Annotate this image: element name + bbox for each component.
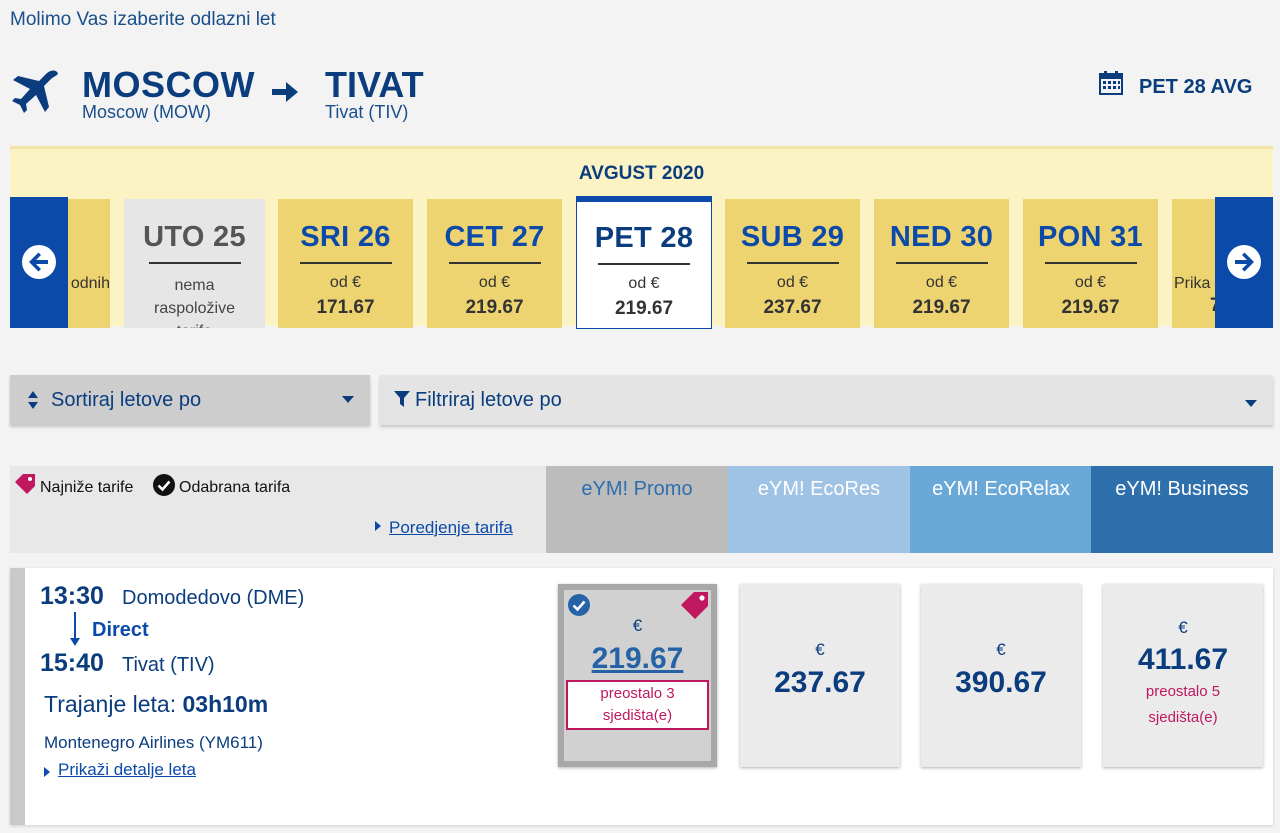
selected-date: PET 28 AVG: [1139, 76, 1253, 98]
fare-column-business: eYM! Business: [1091, 466, 1273, 553]
date-card-price: 237.67: [763, 297, 822, 318]
destination-city: TIVAT: [325, 64, 424, 105]
duration-value: 03h10m: [182, 691, 269, 717]
seats-remaining-line-2: sjedišta(e): [602, 707, 673, 724]
departure-time: 13:30: [40, 582, 104, 610]
no-fare-text-1: nema: [174, 277, 215, 294]
seats-remaining-line-2: sjedišta(e): [1148, 709, 1218, 726]
fare-amount: 411.67: [1137, 643, 1229, 676]
date-card-day: NED 30: [889, 221, 994, 253]
legend-selected-label: Odabrana tarifa: [179, 479, 291, 496]
arrival-time: 15:40: [40, 649, 104, 677]
flight-row: 13:30 Domodedovo (DME) Direct 15:40 Tiva…: [10, 568, 1273, 825]
date-card-day: PET 28: [594, 222, 694, 254]
date-card-price: 219.67: [465, 297, 524, 318]
date-card-sun-30[interactable]: NED 30 od € 219.67: [874, 199, 1009, 328]
fare-column-ecorelax: eYM! EcoRelax: [910, 466, 1092, 553]
fare-column-promo: eYM! Promo: [546, 466, 728, 553]
plane-icon: [12, 70, 58, 113]
origin-airport: Moscow (MOW): [82, 102, 211, 122]
flight-details-link[interactable]: Prikaži detalje leta: [58, 760, 196, 780]
date-card-from: od €: [628, 275, 660, 292]
fare-amount: 390.67: [955, 666, 1047, 699]
date-card-day: UTO 25: [143, 221, 246, 253]
caret-right-icon: [44, 767, 50, 777]
date-card-price: 219.67: [912, 297, 971, 318]
no-fare-text-2: raspoložive: [154, 300, 235, 317]
filter-label: Filtriraj letove po: [415, 389, 562, 411]
sort-dropdown[interactable]: Sortiraj letove po: [10, 375, 370, 425]
destination-airport: Tivat (TIV): [325, 102, 409, 122]
chevron-down-icon: [342, 396, 354, 403]
duration: Trajanje leta: 03h10m: [44, 691, 268, 718]
arrow-down-icon: [70, 612, 80, 646]
fare-legend: Najniže tarife Odabrana tarifa Poredjenj…: [10, 466, 546, 553]
date-card-thu-27[interactable]: CET 27 od € 219.67: [427, 199, 562, 328]
date-card-from: od €: [329, 274, 362, 291]
filter-icon: [394, 391, 410, 407]
fare-option-ecorelax[interactable]: € 390.67: [921, 584, 1081, 767]
caret-right-icon: [375, 521, 381, 531]
no-fare-text-3: tarife: [124, 320, 265, 328]
arrow-right-circle-icon: [1227, 245, 1261, 279]
date-card-from: od €: [478, 274, 511, 291]
arrival-airport: Tivat (TIV): [122, 654, 215, 676]
fare-option-promo-selected[interactable]: € 219.67 preostalo 3 sjedišta(e): [558, 584, 717, 767]
check-circle-icon: [153, 474, 175, 496]
prev-dates-button[interactable]: [10, 197, 68, 328]
filter-dropdown[interactable]: Filtriraj letove po: [380, 375, 1273, 425]
origin-city: MOSCOW: [82, 64, 255, 105]
date-card-fri-28-selected[interactable]: PET 28 od € 219.67: [576, 196, 712, 329]
fare-option-ecores[interactable]: € 237.67: [740, 584, 900, 767]
fare-amount: 219.67: [591, 642, 684, 675]
departure-airport: Domodedovo (DME): [122, 587, 305, 609]
page-instruction: Molimo Vas izaberite odlazni let: [10, 9, 276, 30]
date-card-day: SRI 26: [300, 221, 391, 253]
compare-fares-link[interactable]: Poredjenje tarifa: [389, 518, 513, 538]
legend-lowest-label: Najniže tarife: [40, 479, 134, 496]
seats-remaining: preostalo 3 sjedišta(e): [566, 680, 709, 730]
date-card-partial-text: Prika: [1174, 275, 1211, 292]
date-card-mon-31[interactable]: PON 31 od € 219.67: [1023, 199, 1158, 328]
date-card-from: od €: [925, 274, 958, 291]
selected-check-icon: [568, 594, 590, 616]
fare-currency: €: [1178, 618, 1188, 637]
arrow-right-icon: [272, 82, 298, 102]
sort-label: Sortiraj letove po: [51, 389, 202, 411]
duration-label: Trajanje leta:: [44, 691, 177, 717]
fare-amount: 237.67: [774, 666, 866, 699]
date-card-day: SUB 29: [740, 221, 845, 253]
date-card-day: CET 27: [444, 221, 545, 253]
lowest-fare-tag-icon: [681, 592, 708, 619]
date-carousel: AVGUST 2020 odnih UTO 25 nema raspoloživ…: [10, 146, 1273, 329]
fare-column-ecores: eYM! EcoRes: [728, 466, 910, 553]
date-card-partial-price: 7: [1210, 295, 1216, 316]
date-card-price: 219.67: [614, 298, 674, 319]
date-card-prev-partial[interactable]: odnih: [68, 199, 110, 328]
airline-flight-number: Montenegro Airlines (YM611): [44, 733, 263, 752]
chevron-down-icon: [1245, 400, 1257, 407]
next-dates-button[interactable]: [1215, 197, 1273, 328]
date-card-sat-29[interactable]: SUB 29 od € 237.67: [725, 199, 860, 328]
date-card-from: od €: [1074, 274, 1107, 291]
fare-currency: €: [996, 640, 1006, 659]
date-card-tue-25: UTO 25 nema raspoložive tarife: [124, 199, 265, 328]
date-card-price: 219.67: [1061, 297, 1120, 318]
calendar-icon: [1099, 71, 1123, 95]
date-card-partial-text: odnih: [70, 275, 110, 292]
seats-remaining-line-1: preostalo 3: [600, 685, 675, 702]
sort-icon: [28, 391, 38, 409]
direct-label: Direct: [92, 619, 149, 641]
price-tag-icon: [15, 474, 35, 494]
fare-option-business[interactable]: € 411.67 preostalo 5 sjedišta(e): [1103, 584, 1263, 767]
seats-remaining-line-1: preostalo 5: [1145, 683, 1221, 700]
date-card-price: 171.67: [316, 297, 375, 318]
date-card-day: PON 31: [1038, 221, 1143, 253]
arrow-left-icon: [22, 245, 56, 279]
date-card-from: od €: [776, 274, 809, 291]
date-card-next-partial[interactable]: Prika 7: [1172, 199, 1216, 328]
month-label: AVGUST 2020: [578, 163, 705, 184]
date-card-wed-26[interactable]: SRI 26 od € 171.67: [278, 199, 413, 328]
fare-currency: €: [815, 640, 825, 659]
